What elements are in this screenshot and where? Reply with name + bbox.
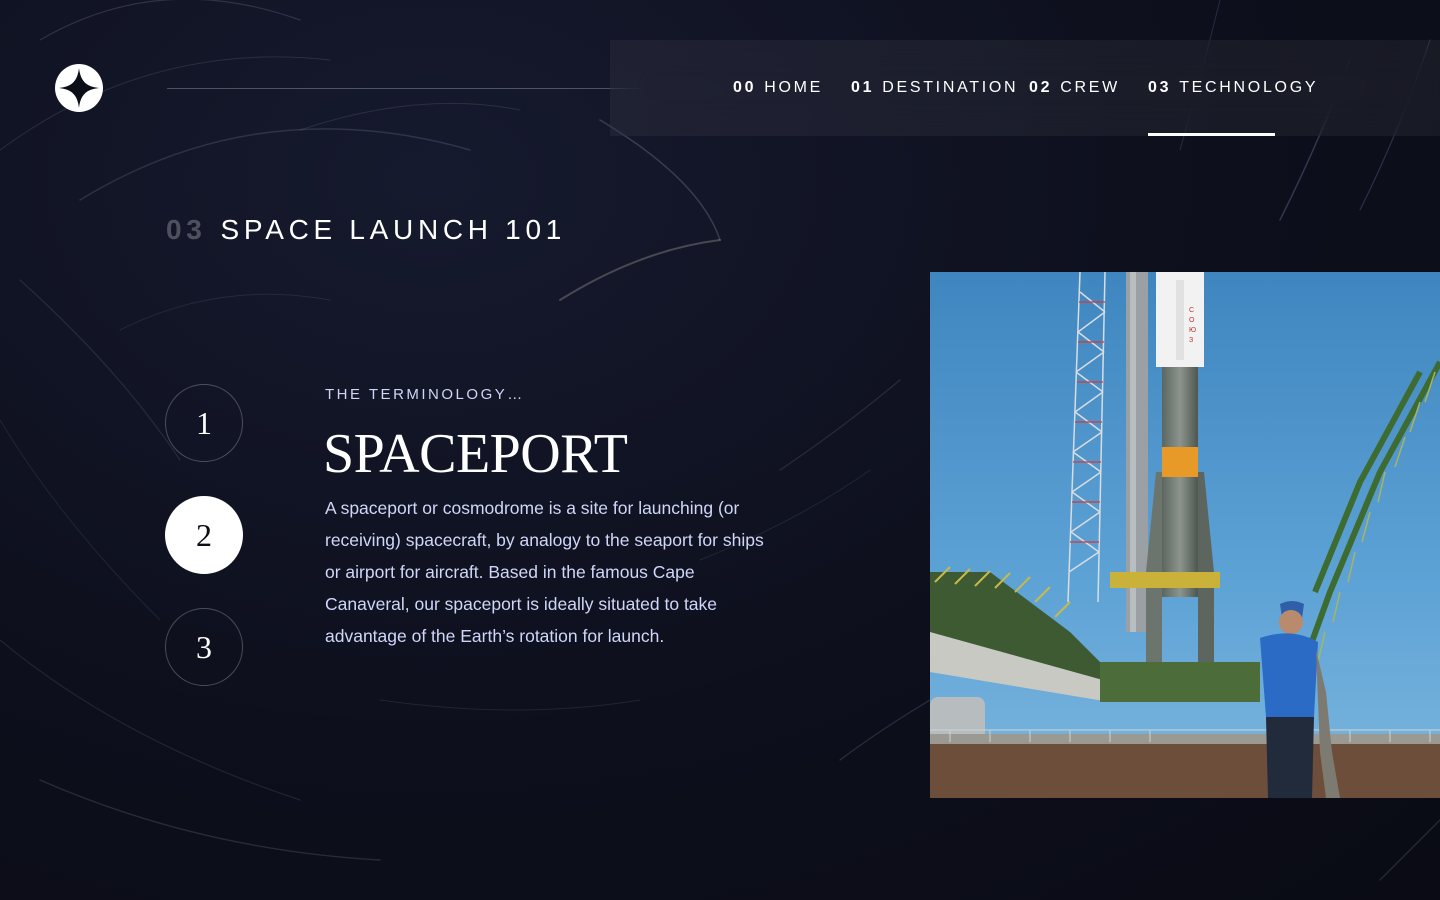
spaceport-image: С О Ю З [930, 272, 1440, 798]
nav-item-number: 02 [1029, 79, 1053, 96]
technology-page: 00 HOME 01 DESTINATION 02 CREW 03 TECHNO… [0, 0, 1440, 900]
step-button-3[interactable]: 3 [165, 608, 243, 686]
header-divider [167, 88, 640, 89]
nav-item-label: DESTINATION [882, 79, 1019, 96]
nav-item-label: HOME [764, 79, 824, 96]
technology-description: A spaceport or cosmodrome is a site for … [325, 498, 764, 646]
nav-item-label: CREW [1060, 79, 1120, 96]
nav-item-number: 03 [1148, 79, 1172, 96]
nav-item-number: 00 [733, 79, 757, 96]
nav-item-label: TECHNOLOGY [1179, 79, 1319, 96]
page-title-number: 03 [166, 214, 207, 245]
page-title-text: SPACE LAUNCH 101 [220, 214, 566, 245]
page-title: 03 SPACE LAUNCH 101 [166, 214, 566, 246]
nav-item-technology[interactable]: 03 TECHNOLOGY [1148, 40, 1316, 136]
svg-text:Ю: Ю [1189, 327, 1196, 334]
svg-text:О: О [1189, 317, 1195, 324]
step-button-1[interactable]: 1 [165, 384, 243, 462]
main-nav: 00 HOME 01 DESTINATION 02 CREW 03 TECHNO… [610, 40, 1440, 136]
star-logo-icon[interactable] [55, 64, 103, 112]
nav-item-crew[interactable]: 02 CREW [1029, 40, 1120, 136]
nav-item-home[interactable]: 00 HOME [733, 40, 823, 136]
step-button-2[interactable]: 2 [165, 496, 243, 574]
svg-text:З: З [1189, 337, 1193, 344]
nav-item-number: 01 [851, 79, 875, 96]
terminology-label: THE TERMINOLOGY… [325, 386, 525, 403]
nav-item-destination[interactable]: 01 DESTINATION [851, 40, 1018, 136]
technology-title: SPACEPORT [323, 423, 628, 485]
svg-text:С: С [1189, 307, 1194, 314]
